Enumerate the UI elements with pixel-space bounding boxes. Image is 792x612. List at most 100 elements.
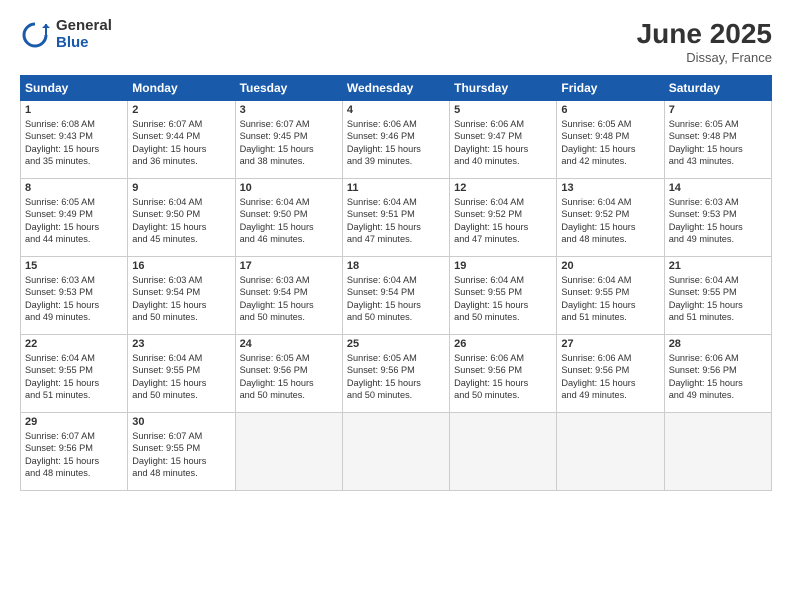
calendar-cell: 16 Sunrise: 6:03 AM Sunset: 9:54 PM Dayli…: [128, 257, 235, 335]
day-number: 29: [25, 416, 123, 428]
calendar-cell: 11 Sunrise: 6:04 AM Sunset: 9:51 PM Dayli…: [342, 179, 449, 257]
logo-icon: [20, 20, 50, 50]
calendar-cell: 6 Sunrise: 6:05 AM Sunset: 9:48 PM Daylig…: [557, 101, 664, 179]
day-number: 13: [561, 182, 659, 194]
day-number: 19: [454, 260, 552, 272]
day-info: Sunrise: 6:04 AM Sunset: 9:55 PM Dayligh…: [669, 274, 767, 324]
header-row: Sunday Monday Tuesday Wednesday Thursday…: [21, 76, 772, 101]
day-number: 30: [132, 416, 230, 428]
calendar-cell: [342, 413, 449, 491]
calendar-cell: 20 Sunrise: 6:04 AM Sunset: 9:55 PM Dayli…: [557, 257, 664, 335]
month-title: June 2025: [637, 18, 772, 50]
calendar-week-4: 22 Sunrise: 6:04 AM Sunset: 9:55 PM Dayli…: [21, 335, 772, 413]
day-number: 15: [25, 260, 123, 272]
calendar-cell: 7 Sunrise: 6:05 AM Sunset: 9:48 PM Daylig…: [664, 101, 771, 179]
calendar-week-3: 15 Sunrise: 6:03 AM Sunset: 9:53 PM Dayli…: [21, 257, 772, 335]
day-info: Sunrise: 6:04 AM Sunset: 9:52 PM Dayligh…: [561, 196, 659, 246]
calendar-week-2: 8 Sunrise: 6:05 AM Sunset: 9:49 PM Daylig…: [21, 179, 772, 257]
day-number: 22: [25, 338, 123, 350]
day-info: Sunrise: 6:04 AM Sunset: 9:55 PM Dayligh…: [25, 352, 123, 402]
calendar-cell: 2 Sunrise: 6:07 AM Sunset: 9:44 PM Daylig…: [128, 101, 235, 179]
calendar-cell: 23 Sunrise: 6:04 AM Sunset: 9:55 PM Dayli…: [128, 335, 235, 413]
day-number: 18: [347, 260, 445, 272]
calendar-cell: 21 Sunrise: 6:04 AM Sunset: 9:55 PM Dayli…: [664, 257, 771, 335]
day-number: 17: [240, 260, 338, 272]
day-number: 21: [669, 260, 767, 272]
day-number: 4: [347, 104, 445, 116]
day-number: 23: [132, 338, 230, 350]
day-info: Sunrise: 6:07 AM Sunset: 9:44 PM Dayligh…: [132, 118, 230, 168]
col-tuesday: Tuesday: [235, 76, 342, 101]
calendar-cell: 22 Sunrise: 6:04 AM Sunset: 9:55 PM Dayli…: [21, 335, 128, 413]
calendar-cell: [557, 413, 664, 491]
title-block: June 2025 Dissay, France: [637, 18, 772, 65]
day-info: Sunrise: 6:04 AM Sunset: 9:52 PM Dayligh…: [454, 196, 552, 246]
day-info: Sunrise: 6:05 AM Sunset: 9:48 PM Dayligh…: [669, 118, 767, 168]
col-thursday: Thursday: [450, 76, 557, 101]
day-info: Sunrise: 6:04 AM Sunset: 9:51 PM Dayligh…: [347, 196, 445, 246]
day-number: 27: [561, 338, 659, 350]
day-number: 26: [454, 338, 552, 350]
calendar-cell: 28Sunrise: 6:06 AM Sunset: 9:56 PM Dayli…: [664, 335, 771, 413]
day-info: Sunrise: 6:07 AM Sunset: 9:55 PM Dayligh…: [132, 430, 230, 480]
day-number: 2: [132, 104, 230, 116]
day-info: Sunrise: 6:03 AM Sunset: 9:54 PM Dayligh…: [132, 274, 230, 324]
calendar-week-1: 1 Sunrise: 6:08 AM Sunset: 9:43 PM Daylig…: [21, 101, 772, 179]
calendar-cell: 15 Sunrise: 6:03 AM Sunset: 9:53 PM Dayli…: [21, 257, 128, 335]
day-number: 28: [669, 338, 767, 350]
col-wednesday: Wednesday: [342, 76, 449, 101]
day-info: Sunrise: 6:05 AM Sunset: 9:48 PM Dayligh…: [561, 118, 659, 168]
calendar-cell: [450, 413, 557, 491]
day-info: Sunrise: 6:04 AM Sunset: 9:55 PM Dayligh…: [561, 274, 659, 324]
calendar-cell: 12 Sunrise: 6:04 AM Sunset: 9:52 PM Dayli…: [450, 179, 557, 257]
day-number: 20: [561, 260, 659, 272]
day-info: Sunrise: 6:07 AM Sunset: 9:56 PM Dayligh…: [25, 430, 123, 480]
day-number: 25: [347, 338, 445, 350]
day-number: 12: [454, 182, 552, 194]
calendar-cell: 19 Sunrise: 6:04 AM Sunset: 9:55 PM Dayli…: [450, 257, 557, 335]
day-number: 10: [240, 182, 338, 194]
day-info: Sunrise: 6:06 AM Sunset: 9:56 PM Dayligh…: [454, 352, 552, 402]
day-info: Sunrise: 6:04 AM Sunset: 9:50 PM Dayligh…: [240, 196, 338, 246]
calendar-cell: 29 Sunrise: 6:07 AM Sunset: 9:56 PM Dayli…: [21, 413, 128, 491]
day-number: 9: [132, 182, 230, 194]
day-number: 16: [132, 260, 230, 272]
calendar-cell: 10 Sunrise: 6:04 AM Sunset: 9:50 PM Dayli…: [235, 179, 342, 257]
calendar-cell: 30 Sunrise: 6:07 AM Sunset: 9:55 PM Dayli…: [128, 413, 235, 491]
day-number: 5: [454, 104, 552, 116]
calendar-cell: 27Sunrise: 6:06 AM Sunset: 9:56 PM Dayli…: [557, 335, 664, 413]
calendar-cell: [235, 413, 342, 491]
calendar-cell: 18Sunrise: 6:04 AM Sunset: 9:54 PM Dayli…: [342, 257, 449, 335]
day-info: Sunrise: 6:04 AM Sunset: 9:55 PM Dayligh…: [132, 352, 230, 402]
calendar-cell: 3 Sunrise: 6:07 AM Sunset: 9:45 PM Daylig…: [235, 101, 342, 179]
calendar-cell: 8 Sunrise: 6:05 AM Sunset: 9:49 PM Daylig…: [21, 179, 128, 257]
day-number: 11: [347, 182, 445, 194]
day-number: 1: [25, 104, 123, 116]
day-info: Sunrise: 6:06 AM Sunset: 9:46 PM Dayligh…: [347, 118, 445, 168]
calendar-cell: [664, 413, 771, 491]
logo-general-text: General: [56, 18, 112, 35]
calendar-cell: 9 Sunrise: 6:04 AM Sunset: 9:50 PM Daylig…: [128, 179, 235, 257]
day-info: Sunrise: 6:08 AM Sunset: 9:43 PM Dayligh…: [25, 118, 123, 168]
logo-blue-text: Blue: [56, 35, 112, 52]
calendar-cell: 25Sunrise: 6:05 AM Sunset: 9:56 PM Dayli…: [342, 335, 449, 413]
calendar-cell: 4 Sunrise: 6:06 AM Sunset: 9:46 PM Daylig…: [342, 101, 449, 179]
day-info: Sunrise: 6:05 AM Sunset: 9:49 PM Dayligh…: [25, 196, 123, 246]
day-number: 24: [240, 338, 338, 350]
day-info: Sunrise: 6:03 AM Sunset: 9:53 PM Dayligh…: [25, 274, 123, 324]
day-number: 7: [669, 104, 767, 116]
calendar-cell: 13 Sunrise: 6:04 AM Sunset: 9:52 PM Dayli…: [557, 179, 664, 257]
day-number: 3: [240, 104, 338, 116]
day-info: Sunrise: 6:03 AM Sunset: 9:54 PM Dayligh…: [240, 274, 338, 324]
calendar-page: General Blue June 2025 Dissay, France Su…: [0, 0, 792, 612]
location: Dissay, France: [637, 50, 772, 65]
day-number: 8: [25, 182, 123, 194]
day-number: 6: [561, 104, 659, 116]
day-info: Sunrise: 6:07 AM Sunset: 9:45 PM Dayligh…: [240, 118, 338, 168]
day-info: Sunrise: 6:04 AM Sunset: 9:50 PM Dayligh…: [132, 196, 230, 246]
calendar-cell: 1 Sunrise: 6:08 AM Sunset: 9:43 PM Daylig…: [21, 101, 128, 179]
calendar-cell: 5Sunrise: 6:06 AM Sunset: 9:47 PM Daylig…: [450, 101, 557, 179]
day-info: Sunrise: 6:04 AM Sunset: 9:55 PM Dayligh…: [454, 274, 552, 324]
logo: General Blue: [20, 18, 112, 51]
calendar-week-5: 29 Sunrise: 6:07 AM Sunset: 9:56 PM Dayli…: [21, 413, 772, 491]
